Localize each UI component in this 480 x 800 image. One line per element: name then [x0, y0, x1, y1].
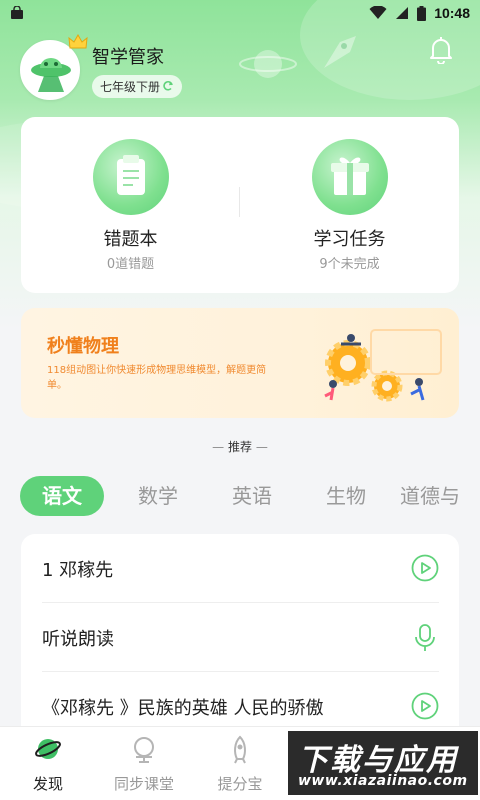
user-name: 智学管家 [92, 46, 164, 68]
status-bar: 10:48 [0, 0, 480, 26]
study-tasks-button[interactable]: 学习任务 9个未完成 [240, 117, 459, 293]
nav-label: 提分宝 [217, 775, 263, 793]
list-item[interactable]: 1 邓稼先 [42, 534, 439, 602]
feature-title: 错题本 [103, 229, 158, 250]
tab-math[interactable]: 数学 [118, 476, 198, 516]
planet-icon [35, 739, 61, 759]
globe-icon [134, 737, 154, 763]
ufo-icon [31, 58, 71, 92]
nav-score-booster[interactable]: 提分宝 [192, 727, 288, 800]
list-item-text: 听说朗读 [42, 629, 114, 650]
play-icon[interactable] [411, 692, 439, 720]
play-icon[interactable] [411, 554, 439, 582]
wrong-questions-button[interactable]: 错题本 0道错题 [21, 117, 240, 293]
shopping-bag-icon [11, 6, 23, 19]
tab-morality[interactable]: 道德与 [400, 476, 480, 516]
watermark: 下载与应用 www.xiazaiinao.com [288, 731, 478, 795]
planet-icon [239, 50, 297, 78]
recommend-label: 推荐 [227, 440, 252, 454]
subject-tabs: 语文 数学 英语 生物 道德与 [20, 476, 480, 516]
feature-subtitle: 0道错题 [106, 257, 155, 272]
watermark-url: www.xiazaiinao.com [298, 773, 468, 789]
rocket-icon [324, 36, 356, 68]
banner-title: 秒懂物理 [47, 336, 119, 357]
signal-icon [396, 7, 409, 19]
tab-biology[interactable]: 生物 [306, 476, 386, 516]
microphone-icon[interactable] [411, 623, 439, 653]
clipboard-icon [117, 155, 145, 195]
grade-label: 七年级下册 [100, 79, 161, 94]
wifi-icon [369, 6, 387, 19]
tab-chinese[interactable]: 语文 [20, 476, 104, 516]
profile-header[interactable]: 智学管家 七年级下册 [20, 34, 183, 100]
list-item[interactable]: 听说朗读 [42, 603, 439, 671]
tab-english[interactable]: 英语 [212, 476, 292, 516]
nav-discover[interactable]: 发现 [0, 727, 96, 800]
list-item-text: 《邓稼先 》民族的英雄 人民的骄傲 [42, 698, 324, 719]
battery-icon [417, 5, 427, 21]
nav-label: 同步课堂 [113, 775, 174, 793]
physics-banner[interactable]: 秒懂物理 118组动图让你快速形成物理思维模型，解题更简单。 [21, 308, 459, 418]
status-time: 10:48 [434, 5, 470, 21]
crown-icon [68, 34, 88, 49]
list-item-text: 1 邓稼先 [42, 560, 114, 581]
feature-title: 学习任务 [313, 229, 386, 250]
recommend-header: — 推荐 — [212, 440, 268, 454]
grade-selector[interactable]: 七年级下册 [92, 74, 183, 98]
people-illustration-icon [324, 329, 442, 401]
banner-description: 118组动图让你快速形成物理思维模型，解题更简单。 [47, 365, 267, 391]
quick-features-card: 错题本 0道错题 学习任务 9个未完成 [21, 117, 459, 293]
feature-subtitle: 9个未完成 [319, 257, 380, 272]
nav-label: 发现 [32, 775, 63, 793]
rocket-icon [234, 735, 246, 764]
refresh-icon [163, 81, 173, 91]
gift-box-icon [331, 157, 369, 195]
bell-icon[interactable] [428, 36, 454, 64]
nav-sync-class[interactable]: 同步课堂 [96, 727, 192, 800]
lesson-list: 1 邓稼先 听说朗读 《邓稼先 》民族的英雄 人民的骄傲 [21, 534, 459, 734]
